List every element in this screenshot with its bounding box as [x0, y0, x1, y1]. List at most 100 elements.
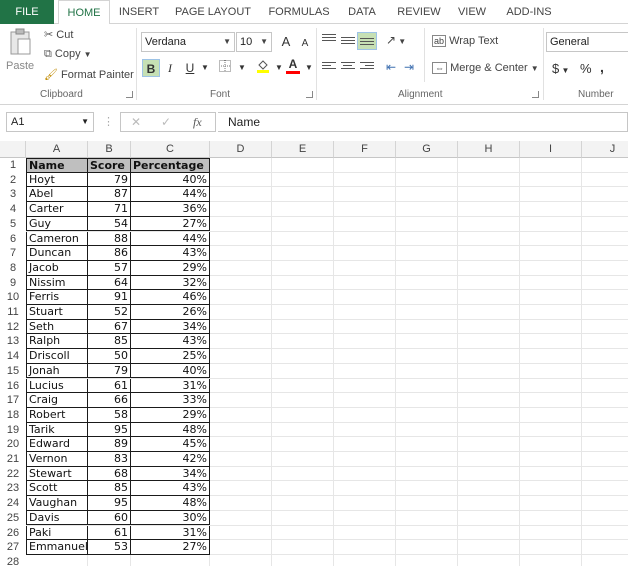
chevron-down-icon[interactable]: ▼: [196, 59, 214, 77]
table-cell[interactable]: 42%: [131, 452, 210, 467]
table-cell[interactable]: 95: [88, 422, 131, 438]
table-cell[interactable]: 60: [88, 510, 131, 526]
table-cell[interactable]: Stewart: [26, 466, 88, 482]
table-cell[interactable]: 30%: [131, 510, 210, 526]
tab-formulas[interactable]: FORMULAS: [264, 0, 334, 24]
table-cell[interactable]: 25%: [131, 349, 210, 364]
table-cell[interactable]: Seth: [26, 319, 88, 335]
table-header-cell[interactable]: Percentage: [131, 158, 210, 173]
table-cell[interactable]: 29%: [131, 260, 210, 276]
row-header[interactable]: 21: [0, 452, 26, 467]
comma-button[interactable]: ,: [600, 59, 604, 75]
table-cell[interactable]: Cameron: [26, 231, 88, 247]
row-header[interactable]: 25: [0, 511, 26, 526]
table-cell[interactable]: Hoyt: [26, 172, 88, 188]
row-header[interactable]: 6: [0, 232, 26, 247]
row-header[interactable]: 14: [0, 349, 26, 364]
table-cell[interactable]: 86: [88, 246, 131, 261]
column-header-h[interactable]: H: [458, 141, 520, 158]
cancel-icon[interactable]: ✕: [131, 115, 141, 129]
enter-icon[interactable]: ✓: [161, 115, 171, 129]
tab-review[interactable]: REVIEW: [392, 0, 446, 24]
row-header[interactable]: 7: [0, 246, 26, 261]
table-header-cell[interactable]: Name: [26, 158, 88, 173]
table-cell[interactable]: 52: [88, 305, 131, 320]
table-cell[interactable]: 61: [88, 378, 131, 394]
row-header[interactable]: 16: [0, 379, 26, 394]
table-cell[interactable]: 50: [88, 349, 131, 364]
clipboard-launcher-icon[interactable]: [126, 91, 133, 98]
tab-view[interactable]: VIEW: [452, 0, 492, 24]
table-cell[interactable]: 40%: [131, 172, 210, 188]
table-cell[interactable]: Tarik: [26, 422, 88, 438]
table-cell[interactable]: Duncan: [26, 246, 88, 261]
row-header[interactable]: 2: [0, 173, 26, 188]
insert-function-icon[interactable]: fx: [193, 115, 202, 130]
table-cell[interactable]: Emmanuel: [26, 540, 88, 555]
table-cell[interactable]: 29%: [131, 407, 210, 423]
borders-button[interactable]: [216, 59, 234, 77]
table-cell[interactable]: 85: [88, 334, 131, 350]
tab-add-ins[interactable]: ADD-INS: [500, 0, 558, 24]
row-header[interactable]: 1: [0, 158, 26, 173]
tab-home[interactable]: HOME: [58, 0, 110, 25]
row-header[interactable]: 22: [0, 467, 26, 482]
table-cell[interactable]: 45%: [131, 437, 210, 452]
table-cell[interactable]: Guy: [26, 216, 88, 232]
spreadsheet-grid[interactable]: A B C D E F G H I J 1 Name Score Percentage 2 Hoyt 79 40%…: [0, 141, 628, 566]
table-cell[interactable]: Stuart: [26, 305, 88, 320]
italic-button[interactable]: I: [161, 59, 179, 77]
table-cell[interactable]: 46%: [131, 290, 210, 305]
table-cell[interactable]: 91: [88, 290, 131, 305]
table-cell[interactable]: Edward: [26, 437, 88, 452]
top-align-icon[interactable]: [322, 34, 336, 46]
row-header[interactable]: 11: [0, 305, 26, 320]
merge-center-button[interactable]: ⇔ Merge & Center ▼: [432, 62, 539, 74]
row-header[interactable]: 15: [0, 364, 26, 379]
table-cell[interactable]: Craig: [26, 393, 88, 408]
table-cell[interactable]: 67: [88, 319, 131, 335]
table-cell[interactable]: 66: [88, 393, 131, 408]
table-cell[interactable]: 61: [88, 525, 131, 541]
table-cell[interactable]: 32%: [131, 275, 210, 291]
table-cell[interactable]: Robert: [26, 407, 88, 423]
table-cell[interactable]: 83: [88, 452, 131, 467]
table-cell[interactable]: 43%: [131, 481, 210, 497]
row-header[interactable]: 9: [0, 276, 26, 291]
grow-font-button[interactable]: A: [277, 33, 295, 51]
table-cell[interactable]: 54: [88, 216, 131, 232]
table-cell[interactable]: 44%: [131, 187, 210, 203]
table-cell[interactable]: 34%: [131, 319, 210, 335]
table-cell[interactable]: 71: [88, 202, 131, 217]
table-cell[interactable]: 68: [88, 466, 131, 482]
table-cell[interactable]: Lucius: [26, 378, 88, 394]
row-header[interactable]: 13: [0, 334, 26, 349]
table-cell[interactable]: 44%: [131, 231, 210, 247]
row-header[interactable]: 18: [0, 408, 26, 423]
row-header[interactable]: 12: [0, 320, 26, 335]
column-header-i[interactable]: I: [520, 141, 582, 158]
middle-align-icon[interactable]: [341, 37, 355, 49]
tab-insert[interactable]: INSERT: [114, 0, 164, 24]
table-cell[interactable]: 36%: [131, 202, 210, 217]
row-header[interactable]: 28: [0, 555, 26, 566]
column-header-g[interactable]: G: [396, 141, 458, 158]
column-header-b[interactable]: B: [88, 141, 131, 158]
table-cell[interactable]: 87: [88, 187, 131, 203]
table-cell[interactable]: 31%: [131, 378, 210, 394]
table-cell[interactable]: Jonah: [26, 363, 88, 379]
format-painter-button[interactable]: 🖌 Format Painter: [44, 68, 134, 81]
table-cell[interactable]: Davis: [26, 510, 88, 526]
row-header[interactable]: 5: [0, 217, 26, 232]
table-cell[interactable]: Ralph: [26, 334, 88, 350]
row-header[interactable]: 23: [0, 481, 26, 496]
bold-button[interactable]: B: [142, 59, 160, 77]
table-cell[interactable]: Vernon: [26, 452, 88, 467]
percent-button[interactable]: %: [580, 61, 592, 76]
decrease-indent-icon[interactable]: ⇤: [386, 60, 396, 74]
shrink-font-button[interactable]: A: [296, 35, 314, 53]
tab-page-layout[interactable]: PAGE LAYOUT: [170, 0, 256, 24]
copy-button[interactable]: ⧉ Copy ▼: [44, 48, 92, 61]
more-options-icon[interactable]: ⋮: [103, 115, 114, 128]
table-cell[interactable]: 79: [88, 172, 131, 188]
